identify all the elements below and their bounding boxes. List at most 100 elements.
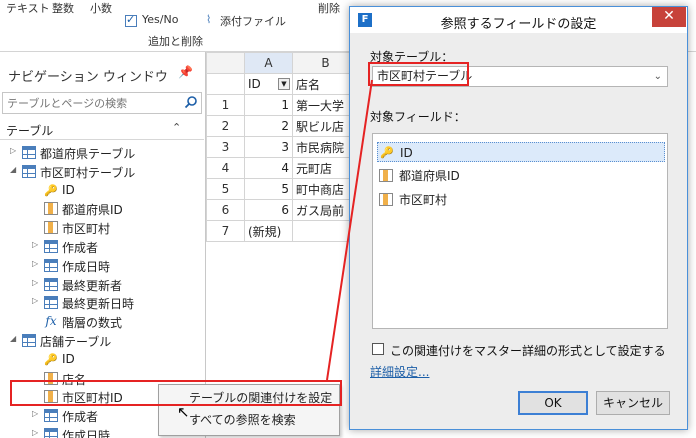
nav-tree-item[interactable]: 市区町村 — [0, 219, 204, 237]
nav-tree-item[interactable]: ▷ 最終更新者 — [0, 276, 204, 294]
key-icon: 🔑 — [380, 146, 394, 159]
field-list-item-label: 都道府県ID — [399, 169, 460, 183]
table-icon — [22, 146, 36, 159]
field-list-item[interactable]: 市区町村 — [377, 190, 665, 210]
row-number[interactable]: 7 — [206, 220, 245, 242]
field-header-id[interactable]: ID ▼ — [244, 73, 293, 95]
collapse-arrow-icon[interactable]: ▷ — [32, 428, 38, 437]
ribbon-text-type[interactable]: テキスト — [6, 0, 50, 16]
cell-id[interactable]: 5 — [244, 178, 293, 200]
ok-button[interactable]: OK — [518, 391, 588, 415]
nav-section-label: テーブル — [6, 124, 54, 138]
nav-tree-item[interactable]: ▷ 都道府県テーブル — [0, 144, 204, 162]
row-number[interactable]: 4 — [206, 157, 245, 179]
nav-tree-item[interactable]: 都道府県ID — [0, 200, 204, 218]
highlight-box-menu — [10, 380, 342, 406]
cell-id[interactable]: 4 — [244, 157, 293, 179]
nav-tree-item-label: 作成日時 — [62, 429, 111, 438]
ribbon-attachment-type[interactable]: 添付ファイル — [220, 13, 286, 29]
nav-tree-item[interactable]: 🔑 ID — [0, 351, 204, 369]
nav-tree-item-label: 市区町村テーブル — [40, 165, 136, 180]
collapse-arrow-icon[interactable]: ▷ — [32, 240, 38, 249]
table-row[interactable]: 7 (新規) — [206, 220, 359, 242]
table-row[interactable]: 6 6 ガス局前 — [206, 199, 359, 221]
master-detail-checkbox[interactable] — [372, 343, 384, 355]
nav-tree-item[interactable]: ▷ 作成者 — [0, 238, 204, 256]
row-number[interactable]: 5 — [206, 178, 245, 200]
nav-tree-item-label: 最終更新者 — [62, 278, 123, 293]
advanced-settings-link[interactable]: 詳細設定... — [370, 363, 429, 380]
ribbon-integer-type[interactable]: 整数 — [52, 0, 74, 16]
ribbon-delete-button[interactable]: 削除 — [318, 0, 340, 16]
nav-tree-item[interactable]: fx 階層の数式 — [0, 313, 204, 331]
nav-tree-item-label: 都道府県テーブル — [40, 147, 136, 161]
master-detail-label[interactable]: この関連付けをマスター詳細の形式として設定する — [390, 342, 666, 359]
field-icon — [379, 169, 393, 182]
row-number[interactable]: 1 — [206, 94, 245, 116]
highlight-box-target-table — [368, 62, 469, 86]
nav-tree-item-label: 市区町村 — [62, 222, 111, 237]
field-list-item-label: ID — [400, 146, 413, 160]
mouse-cursor-icon: ↖ — [177, 403, 190, 421]
search-icon[interactable] — [184, 95, 198, 109]
expand-arrow-icon[interactable]: ◢ — [10, 165, 16, 174]
collapse-arrow-icon[interactable]: ▷ — [32, 409, 38, 418]
table-row[interactable]: 5 5 町中商店 — [206, 178, 359, 200]
field-list-item-label: 市区町村 — [399, 193, 448, 207]
collapse-arrow-icon[interactable]: ▷ — [10, 146, 16, 155]
nav-search-box[interactable] — [2, 92, 202, 114]
cell-id[interactable]: 6 — [244, 199, 293, 221]
filter-dropdown-icon[interactable]: ▼ — [278, 78, 290, 90]
cancel-button[interactable]: キャンセル — [596, 391, 670, 415]
ribbon-decimal-type[interactable]: 小数 — [90, 0, 112, 16]
nav-tree-item[interactable]: ◢ 店舗テーブル — [0, 332, 204, 350]
target-field-label: 対象フィールド： — [370, 110, 466, 124]
nav-tree-item-label: 作成者 — [62, 241, 99, 255]
nav-tree-item[interactable]: ▷ 最終更新日時 — [0, 294, 204, 312]
ribbon-yesno-type[interactable]: Yes/No — [142, 13, 178, 26]
table-icon — [44, 428, 58, 438]
datasheet-grid: A B ID ▼ 店名 1 1 第一大学 2 2 駅ビル店 3 3 市民病院 4 4 元町店 5 5 町中商店… — [206, 52, 366, 242]
expand-arrow-icon[interactable]: ◢ — [10, 334, 16, 343]
field-header-id-label: ID — [248, 77, 261, 91]
table-icon — [44, 409, 58, 423]
nav-tree-item[interactable]: ◢ 市区町村テーブル — [0, 163, 204, 181]
row-number[interactable]: 6 — [206, 199, 245, 221]
cell-id[interactable]: (新規) — [244, 220, 293, 242]
nav-tree-item-label: ID — [62, 182, 75, 197]
formula-icon: fx — [45, 314, 57, 329]
chevron-up-icon[interactable]: ⌃ — [172, 121, 181, 134]
field-icon — [44, 221, 58, 235]
nav-section-header[interactable]: テーブル ⌃ — [0, 118, 204, 140]
row-number[interactable]: 3 — [206, 136, 245, 158]
header-row-num — [206, 73, 245, 95]
cell-id[interactable]: 1 — [244, 94, 293, 116]
collapse-arrow-icon[interactable]: ▷ — [32, 259, 38, 268]
cell-id[interactable]: 2 — [244, 115, 293, 137]
pin-icon[interactable]: 📌 — [178, 65, 193, 79]
target-field-list[interactable]: 🔑 ID 都道府県ID 市区町村 — [372, 133, 668, 329]
yesno-icon — [125, 13, 137, 27]
nav-tree-item[interactable]: 🔑 ID — [0, 182, 204, 200]
field-list-item[interactable]: 都道府県ID — [377, 166, 665, 186]
nav-tree-item[interactable]: ▷ 作成日時 — [0, 257, 204, 275]
table-row[interactable]: 1 1 第一大学 — [206, 94, 359, 116]
cell-id[interactable]: 3 — [244, 136, 293, 158]
field-icon — [44, 202, 58, 216]
collapse-arrow-icon[interactable]: ▷ — [32, 278, 38, 287]
table-row[interactable]: 2 2 駅ビル店 — [206, 115, 359, 137]
close-button[interactable]: ✕ — [652, 7, 686, 27]
grid-corner[interactable] — [206, 52, 245, 74]
nav-search-input[interactable] — [3, 93, 173, 113]
nav-tree-item-label: 最終更新日時 — [62, 297, 135, 312]
table-row[interactable]: 3 3 市民病院 — [206, 136, 359, 158]
chevron-down-icon[interactable]: ⌄ — [654, 67, 662, 86]
column-letter-a[interactable]: A — [244, 52, 293, 74]
collapse-arrow-icon[interactable]: ▷ — [32, 296, 38, 305]
table-row[interactable]: 4 4 元町店 — [206, 157, 359, 179]
field-list-item[interactable]: 🔑 ID — [377, 142, 665, 162]
dialog-titlebar: F 参照するフィールドの設定 ✕ — [350, 7, 687, 33]
table-icon — [22, 164, 36, 178]
row-number[interactable]: 2 — [206, 115, 245, 137]
table-icon — [44, 296, 58, 310]
